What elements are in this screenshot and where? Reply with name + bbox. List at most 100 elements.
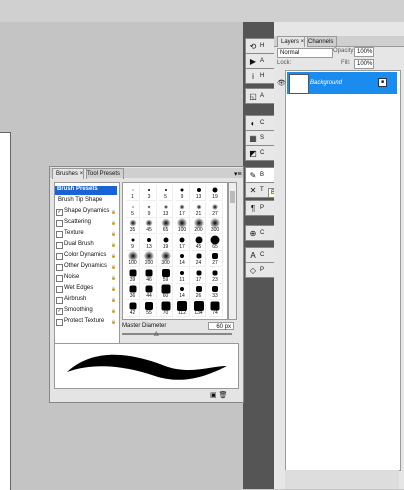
- checkbox-icon[interactable]: [56, 286, 63, 293]
- eye-icon[interactable]: 👁: [277, 79, 286, 87]
- brush-preset[interactable]: 26: [192, 284, 206, 300]
- brush-preset[interactable]: 19: [208, 185, 223, 201]
- master-diameter-input[interactable]: 60 px: [208, 322, 234, 330]
- brush-preset[interactable]: 27: [208, 251, 223, 267]
- brush-preset[interactable]: 42: [126, 300, 140, 317]
- brush-preset[interactable]: 13: [159, 201, 173, 218]
- brush-option-scattering[interactable]: Scattering 🔒: [56, 219, 116, 228]
- tab-brushes[interactable]: Brushes ×: [52, 168, 88, 179]
- dock-button-paragraph[interactable]: ¶ P: [245, 200, 275, 216]
- brush-preset[interactable]: 23: [208, 267, 223, 284]
- lock-icon[interactable]: 🔒: [111, 308, 116, 314]
- brush-option-smoothing[interactable]: ✓ Smoothing 🔒: [56, 307, 116, 316]
- brush-preset[interactable]: 17: [175, 234, 190, 251]
- dock-button-actions[interactable]: ▶ A: [245, 53, 275, 69]
- brush-preset[interactable]: 9: [175, 185, 190, 201]
- brush-option-other-dynamics[interactable]: Other Dynamics 🔒: [56, 263, 116, 272]
- brush-preset[interactable]: 13: [192, 185, 206, 201]
- tab-channels[interactable]: Channels: [304, 36, 338, 47]
- brush-preset[interactable]: 74: [208, 300, 223, 317]
- dock-button-navigator[interactable]: ◱ A: [245, 88, 275, 104]
- brush-option-shape-dynamics[interactable]: ✓ Shape Dynamics 🔒: [56, 208, 116, 217]
- brush-option-color-dynamics[interactable]: Color Dynamics 🔒: [56, 252, 116, 261]
- checkbox-icon[interactable]: [56, 264, 63, 271]
- brush-preset[interactable]: 5: [126, 201, 140, 218]
- brush-preset[interactable]: 100: [126, 251, 140, 267]
- checkbox-icon[interactable]: [56, 297, 63, 304]
- checked-checkbox-icon[interactable]: ✓: [56, 308, 63, 315]
- document-canvas[interactable]: [0, 132, 11, 490]
- dock-button-character[interactable]: AC: [245, 247, 275, 263]
- dock-button-styles[interactable]: ◩ C: [245, 145, 275, 161]
- dock-button-color[interactable]: ◐ C: [245, 115, 275, 131]
- dock-button-info[interactable]: iH: [245, 68, 275, 84]
- checkbox-icon[interactable]: [56, 242, 63, 249]
- brush-preset[interactable]: 100: [175, 218, 190, 234]
- brush-preset[interactable]: 24: [192, 251, 206, 267]
- brush-preset[interactable]: 33: [208, 284, 223, 300]
- brush-option-brush-presets[interactable]: Brush Presets: [55, 186, 117, 195]
- lock-icon[interactable]: 🔒: [111, 220, 116, 226]
- dock-button-clone-source[interactable]: ⊕ C: [245, 225, 275, 241]
- checkbox-icon[interactable]: [56, 220, 63, 227]
- checkbox-icon[interactable]: [56, 253, 63, 260]
- opacity-input[interactable]: 100%: [354, 47, 374, 57]
- checkbox-icon[interactable]: [56, 275, 63, 282]
- brush-preset[interactable]: 45: [192, 234, 206, 251]
- lock-icon[interactable]: 🔒: [111, 319, 116, 325]
- lock-icon[interactable]: 🔒: [111, 209, 116, 215]
- brush-preset[interactable]: 21: [192, 201, 206, 218]
- brush-preset[interactable]: 27: [208, 201, 223, 218]
- lock-icon[interactable]: 🔒: [111, 275, 116, 281]
- brush-preset[interactable]: 200: [142, 251, 157, 267]
- preset-scrollbar[interactable]: [228, 182, 237, 320]
- dock-button-brushes[interactable]: ✎ B: [245, 167, 275, 183]
- brush-option-brush-tip-shape[interactable]: Brush Tip Shape: [56, 197, 116, 206]
- new-brush-icon[interactable]: ▣: [210, 392, 217, 399]
- brush-preset[interactable]: 65: [159, 218, 173, 234]
- brush-preset[interactable]: 112: [175, 300, 190, 317]
- brush-preset[interactable]: 44: [142, 284, 157, 300]
- checkbox-icon[interactable]: [56, 231, 63, 238]
- scrollbar-thumb[interactable]: [230, 191, 235, 203]
- trash-icon[interactable]: 🗑: [219, 392, 228, 399]
- dock-button-swatches[interactable]: ▦ S: [245, 130, 275, 146]
- brush-option-texture[interactable]: Texture 🔒: [56, 230, 116, 239]
- brush-preset[interactable]: 39: [126, 267, 140, 284]
- tab-tool-presets[interactable]: Tool Presets: [83, 168, 125, 179]
- brush-preset[interactable]: 14: [175, 251, 190, 267]
- lock-icon[interactable]: 🔒: [111, 286, 116, 292]
- brush-preset[interactable]: 55: [142, 300, 157, 317]
- brush-option-noise[interactable]: Noise 🔒: [56, 274, 116, 283]
- lock-icon[interactable]: 🔒: [111, 264, 116, 270]
- brush-option-airbrush[interactable]: Airbrush 🔒: [56, 296, 116, 305]
- checkbox-icon[interactable]: [56, 319, 63, 326]
- brush-preset[interactable]: 134: [192, 300, 206, 317]
- brush-preset[interactable]: 300: [208, 218, 223, 234]
- brush-preset[interactable]: 9: [126, 234, 140, 251]
- brush-preset[interactable]: 45: [142, 218, 157, 234]
- brush-preset[interactable]: 5: [159, 185, 173, 201]
- checked-checkbox-icon[interactable]: ✓: [56, 209, 63, 216]
- dock-button-paths[interactable]: ◇ P: [245, 262, 275, 278]
- brush-option-wet-edges[interactable]: Wet Edges 🔒: [56, 285, 116, 294]
- brush-preset[interactable]: 200: [192, 218, 206, 234]
- brush-preset[interactable]: 1: [126, 185, 140, 201]
- brush-preset[interactable]: 300: [159, 251, 173, 267]
- brush-preset[interactable]: 46: [142, 267, 157, 284]
- brush-preset[interactable]: 13: [142, 234, 157, 251]
- brush-preset[interactable]: 9: [142, 201, 157, 218]
- brush-preset[interactable]: 60: [159, 284, 173, 300]
- brush-preset[interactable]: 19: [159, 234, 173, 251]
- brush-option-dual-brush[interactable]: Dual Brush 🔒: [56, 241, 116, 250]
- brush-preset[interactable]: 17: [175, 201, 190, 218]
- layer-name[interactable]: Background: [310, 80, 342, 86]
- lock-icon[interactable]: 🔒: [111, 253, 116, 259]
- slider-knob-icon[interactable]: △: [154, 330, 159, 337]
- brush-preset[interactable]: 11: [175, 267, 190, 284]
- lock-icon[interactable]: 🔒: [111, 231, 116, 237]
- brush-preset[interactable]: 65: [208, 234, 223, 251]
- brush-preset[interactable]: 35: [126, 218, 140, 234]
- lock-icon[interactable]: 🔒: [111, 297, 116, 303]
- brush-preset[interactable]: 59: [159, 267, 173, 284]
